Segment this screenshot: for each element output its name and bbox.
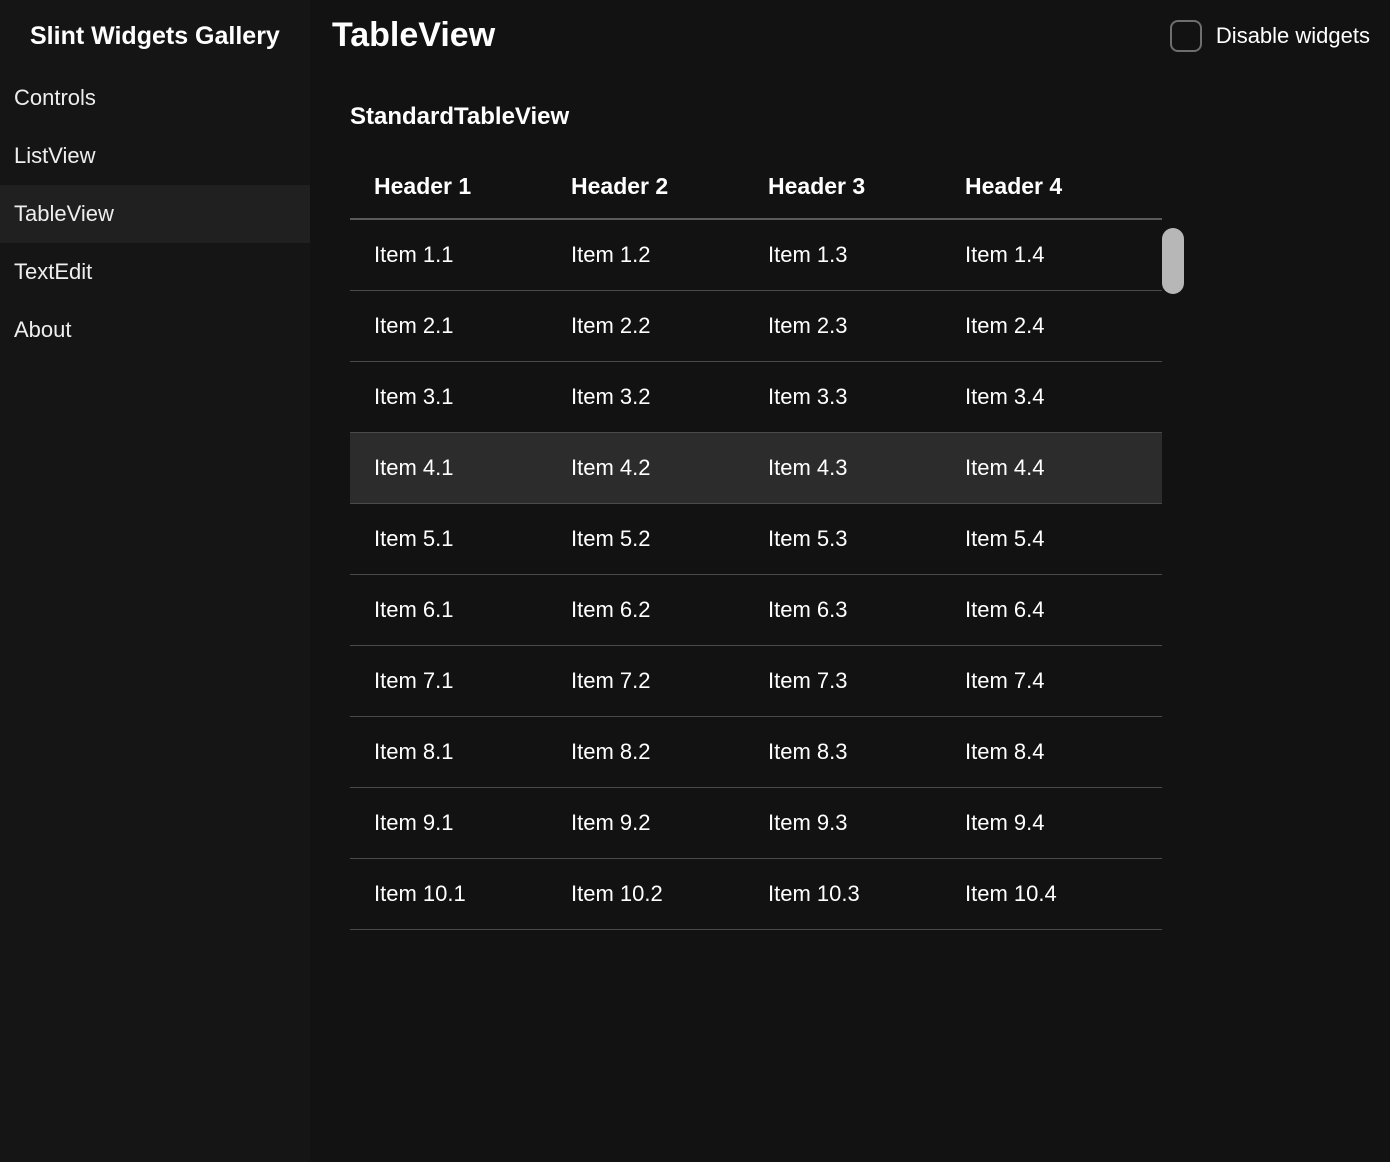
table-cell: Item 5.2 [571,526,768,552]
table-cell: Item 2.4 [965,313,1162,339]
table-cell: Item 6.3 [768,597,965,623]
table-cell: Item 1.4 [965,242,1162,268]
table-cell: Item 4.4 [965,455,1162,481]
table-row[interactable]: Item 5.1Item 5.2Item 5.3Item 5.4 [350,504,1162,575]
disable-widgets-checkbox[interactable] [1170,20,1202,52]
table-cell: Item 8.4 [965,739,1162,765]
standard-table-view: Header 1Header 2Header 3Header 4 Item 1.… [350,155,1162,930]
table-cell: Item 5.3 [768,526,965,552]
header-row: TableView Disable widgets [332,16,1370,103]
sidebar: Slint Widgets Gallery ControlsListViewTa… [0,0,310,1162]
table-cell: Item 4.3 [768,455,965,481]
table-cell: Item 3.1 [374,384,571,410]
table-cell: Item 10.4 [965,881,1162,907]
table-cell: Item 10.1 [374,881,571,907]
table-cell: Item 8.1 [374,739,571,765]
table-cell: Item 5.1 [374,526,571,552]
table-cell: Item 3.2 [571,384,768,410]
section-title: StandardTableView [332,103,1370,155]
main-panel: TableView Disable widgets StandardTableV… [310,0,1390,1162]
table-row[interactable]: Item 4.1Item 4.2Item 4.3Item 4.4 [350,433,1162,504]
table-cell: Item 10.2 [571,881,768,907]
table-cell: Item 6.4 [965,597,1162,623]
table-cell: Item 8.2 [571,739,768,765]
table-cell: Item 7.1 [374,668,571,694]
table-cell: Item 7.4 [965,668,1162,694]
table-cell: Item 2.1 [374,313,571,339]
table-cell: Item 7.3 [768,668,965,694]
table-cell: Item 8.3 [768,739,965,765]
table-header-cell[interactable]: Header 2 [571,173,768,200]
table-cell: Item 1.2 [571,242,768,268]
sidebar-item-textedit[interactable]: TextEdit [0,243,310,301]
table-cell: Item 10.3 [768,881,965,907]
table-cell: Item 5.4 [965,526,1162,552]
table-header-cell[interactable]: Header 1 [374,173,571,200]
table-header-cell[interactable]: Header 4 [965,173,1162,200]
table-row[interactable]: Item 7.1Item 7.2Item 7.3Item 7.4 [350,646,1162,717]
table-cell: Item 4.2 [571,455,768,481]
page-title: TableView [332,16,495,55]
sidebar-item-listview[interactable]: ListView [0,127,310,185]
table-cell: Item 9.3 [768,810,965,836]
table-cell: Item 2.2 [571,313,768,339]
table-cell: Item 4.1 [374,455,571,481]
table-wrapper: Header 1Header 2Header 3Header 4 Item 1.… [350,155,1362,930]
table-cell: Item 9.4 [965,810,1162,836]
table-cell: Item 6.2 [571,597,768,623]
sidebar-item-tableview[interactable]: TableView [0,185,310,243]
table-cell: Item 2.3 [768,313,965,339]
app-title: Slint Widgets Gallery [0,10,310,69]
table-row[interactable]: Item 8.1Item 8.2Item 8.3Item 8.4 [350,717,1162,788]
table-cell: Item 7.2 [571,668,768,694]
disable-widgets-toggle[interactable]: Disable widgets [1170,20,1370,52]
table-row[interactable]: Item 1.1Item 1.2Item 1.3Item 1.4 [350,220,1162,291]
scrollbar-thumb[interactable] [1162,228,1184,294]
table-row[interactable]: Item 3.1Item 3.2Item 3.3Item 3.4 [350,362,1162,433]
table-cell: Item 9.2 [571,810,768,836]
table-cell: Item 9.1 [374,810,571,836]
table-body: Item 1.1Item 1.2Item 1.3Item 1.4Item 2.1… [350,220,1162,930]
disable-widgets-label: Disable widgets [1216,23,1370,49]
table-cell: Item 3.3 [768,384,965,410]
table-cell: Item 3.4 [965,384,1162,410]
table-cell: Item 1.1 [374,242,571,268]
sidebar-item-about[interactable]: About [0,301,310,359]
table-row[interactable]: Item 6.1Item 6.2Item 6.3Item 6.4 [350,575,1162,646]
table-cell: Item 1.3 [768,242,965,268]
table-header-cell[interactable]: Header 3 [768,173,965,200]
table-cell: Item 6.1 [374,597,571,623]
table-row[interactable]: Item 2.1Item 2.2Item 2.3Item 2.4 [350,291,1162,362]
sidebar-item-controls[interactable]: Controls [0,69,310,127]
table-row[interactable]: Item 10.1Item 10.2Item 10.3Item 10.4 [350,859,1162,930]
table-row[interactable]: Item 9.1Item 9.2Item 9.3Item 9.4 [350,788,1162,859]
table-header-row: Header 1Header 2Header 3Header 4 [350,155,1162,220]
